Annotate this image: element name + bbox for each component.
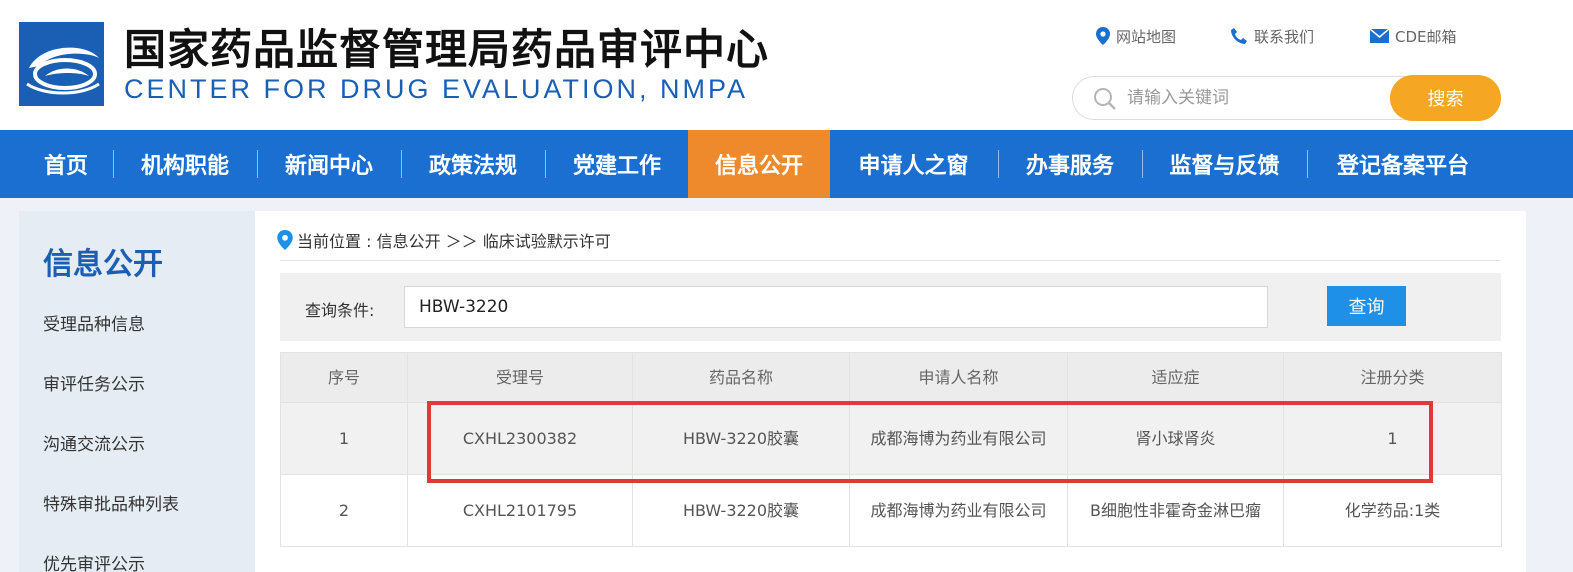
sidebar-item-review-tasks[interactable]: 审评任务公示 [43,370,145,395]
table-row[interactable]: 1 CXHL2300382 HBW-3220胶囊 成都海博为药业有限公司 肾小球… [280,402,1502,475]
search-icon [1094,88,1116,110]
contact-link[interactable]: 联系我们 [1230,26,1314,47]
sidebar-item-special-approval[interactable]: 特殊审批品种列表 [43,490,179,515]
sidebar: 信息公开 受理品种信息 审评任务公示 沟通交流公示 特殊审批品种列表 优先审评公… [19,211,255,572]
results-table: 序号 受理号 药品名称 申请人名称 适应症 注册分类 1 CXHL2300382… [280,352,1502,547]
cell-category: 1 [1283,402,1502,475]
table-header-row: 序号 受理号 药品名称 申请人名称 适应症 注册分类 [280,352,1502,403]
cell-indication: 肾小球肾炎 [1067,402,1284,475]
sidebar-item-communication[interactable]: 沟通交流公示 [43,430,145,455]
phone-icon [1231,28,1248,44]
cell-index: 1 [280,402,408,475]
site-subtitle: CENTER FOR DRUG EVALUATION, NMPA [124,74,749,104]
main-nav: 首页 机构职能 新闻中心 政策法规 党建工作 信息公开 申请人之窗 办事服务 监… [0,130,1573,198]
table-row[interactable]: 2 CXHL2101795 HBW-3220胶囊 成都海博为药业有限公司 B细胞… [280,474,1502,547]
col-header-index: 序号 [280,352,408,403]
cell-applicant: 成都海博为药业有限公司 [849,474,1068,547]
breadcrumb-text: 当前位置 : 信息公开 ＞＞ 临床试验默示许可 [297,232,611,251]
site-header: 国家药品监督管理局药品审评中心 CENTER FOR DRUG EVALUATI… [0,0,1573,130]
cell-acceptance-no: CXHL2300382 [407,402,633,475]
main-content: 当前位置 : 信息公开 ＞＞ 临床试验默示许可 查询条件: 查询 序号 受理号 … [255,211,1526,572]
breadcrumb: 当前位置 : 信息公开 ＞＞ 临床试验默示许可 [277,229,611,251]
cde-mail-link-label: CDE邮箱 [1395,27,1457,46]
breadcrumb-divider [280,260,1501,261]
top-links: 网站地图 联系我们 CDE邮箱 [1096,24,1457,48]
col-header-acceptance-no: 受理号 [407,352,633,403]
nav-item-policies[interactable]: 政策法规 [402,130,544,198]
query-panel: 查询条件: 查询 [280,273,1501,341]
cde-logo-icon[interactable] [19,22,104,106]
cde-mail-link[interactable]: CDE邮箱 [1370,26,1457,47]
sidebar-item-accepted-varieties[interactable]: 受理品种信息 [43,310,145,335]
nav-item-news[interactable]: 新闻中心 [258,130,400,198]
cell-index: 2 [280,474,408,547]
cell-acceptance-no: CXHL2101795 [407,474,633,547]
cell-drug-name: HBW-3220胶囊 [632,402,850,475]
nav-item-party[interactable]: 党建工作 [546,130,688,198]
nav-item-info-disclosure[interactable]: 信息公开 [688,130,830,198]
site-search-input[interactable] [1127,85,1377,111]
contact-link-label: 联系我们 [1254,27,1315,46]
sitemap-link-label: 网站地图 [1116,27,1177,46]
nav-item-services[interactable]: 办事服务 [999,130,1141,198]
site-title: 国家药品监督管理局药品审评中心 [124,25,770,74]
sidebar-title: 信息公开 [43,247,163,282]
query-input[interactable] [404,286,1268,328]
sidebar-item-priority-review[interactable]: 优先审评公示 [43,550,145,572]
query-button[interactable]: 查询 [1327,286,1406,326]
query-label: 查询条件: [305,301,375,320]
nav-item-applicant[interactable]: 申请人之窗 [830,130,997,198]
col-header-drug-name: 药品名称 [632,352,850,403]
mail-icon [1370,29,1390,43]
location-pin-icon [1096,27,1110,45]
sitemap-link[interactable]: 网站地图 [1096,26,1176,47]
cell-indication: B细胞性非霍奇金淋巴瘤 [1067,474,1284,547]
col-header-indication: 适应症 [1067,352,1284,403]
location-pin-icon [277,230,293,250]
nav-item-home[interactable]: 首页 [20,130,112,198]
nav-item-functions[interactable]: 机构职能 [114,130,256,198]
nav-item-feedback[interactable]: 监督与反馈 [1143,130,1306,198]
col-header-category: 注册分类 [1283,352,1502,403]
nav-item-registration[interactable]: 登记备案平台 [1308,130,1498,198]
site-search-button[interactable]: 搜索 [1390,75,1501,121]
cell-category: 化学药品:1类 [1283,474,1502,547]
col-header-applicant: 申请人名称 [849,352,1068,403]
cell-applicant: 成都海博为药业有限公司 [849,402,1068,475]
cell-drug-name: HBW-3220胶囊 [632,474,850,547]
